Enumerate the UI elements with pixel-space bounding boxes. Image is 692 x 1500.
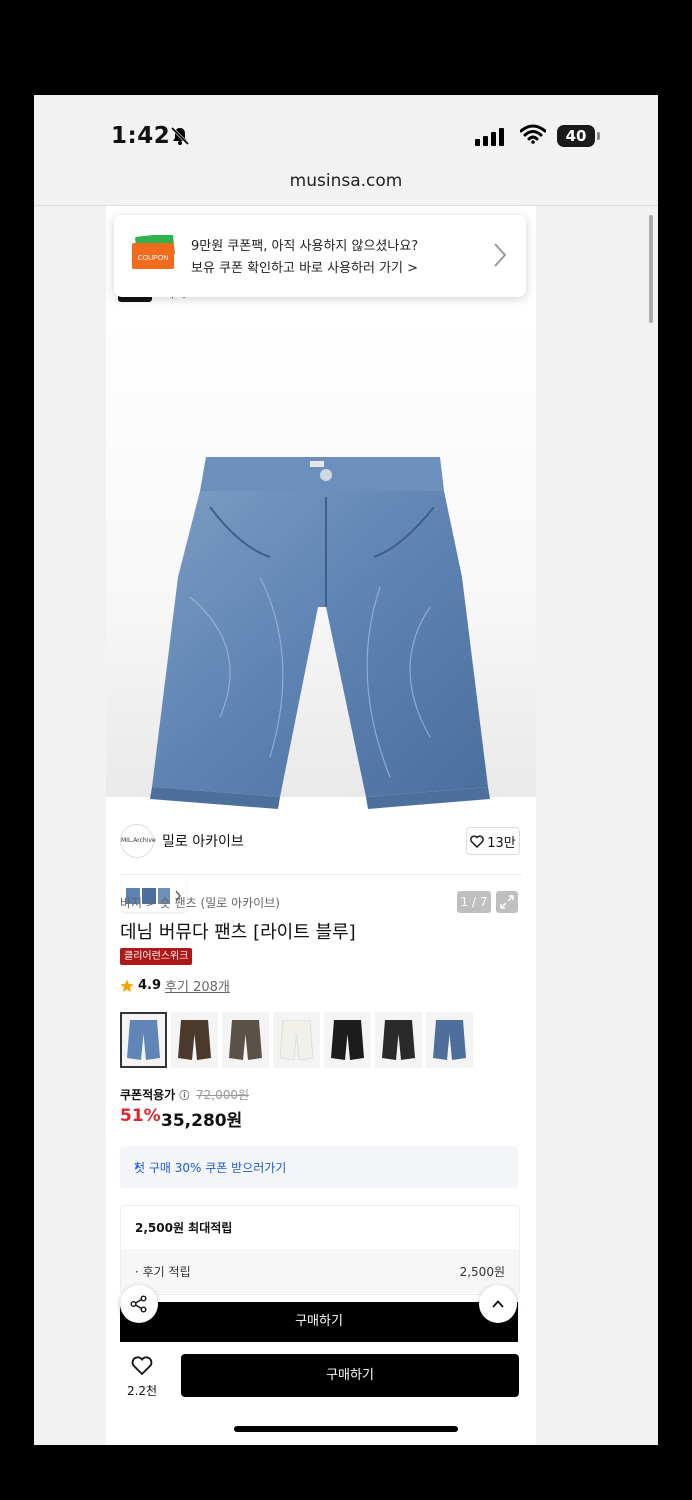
denim-shorts-image xyxy=(150,457,490,809)
original-price: 72,000원 xyxy=(196,1088,250,1102)
coupon-banner-title: 9만원 쿠폰팩, 아직 사용하지 않으셨나요? xyxy=(191,239,419,254)
rating-score: 4.9 xyxy=(138,978,162,993)
brand-row[interactable]: MIL.Archive 밀로 아카이브 13만 xyxy=(106,814,536,864)
scroll-top-button[interactable] xyxy=(479,1285,517,1323)
promo-badge: 클리어런스위크 xyxy=(120,948,193,965)
breadcrumb[interactable]: 바지 > 숏 팬츠 (밀로 아카이브) xyxy=(120,894,280,911)
color-swatch[interactable] xyxy=(222,1012,269,1068)
points-detail: · 후기 적립 2,500원 xyxy=(121,1249,519,1293)
star-icon xyxy=(120,979,134,992)
expand-icon[interactable] xyxy=(496,891,518,913)
product-page: 바지 xyxy=(106,206,536,1445)
coupon-price-label-text: 쿠폰적용가 xyxy=(120,1088,176,1102)
product-title: 데님 버뮤다 팬츠 [라이트 블루] xyxy=(120,922,356,943)
phone-screen: 1:42 40 musinsa.com COUPON 9만원 쿠폰팩, 아직 사… xyxy=(34,95,658,1445)
color-swatch[interactable] xyxy=(324,1012,371,1068)
brand-logo[interactable]: MIL.Archive xyxy=(120,824,156,858)
coupon-banner-link[interactable]: 보유 쿠폰 확인하고 바로 사용하러 가기 > xyxy=(191,257,418,276)
discount-rate: 51% xyxy=(120,1106,161,1126)
buy-button[interactable]: 구매하기 xyxy=(181,1354,519,1397)
heart-icon xyxy=(131,1356,153,1376)
max-points-label: 2,500원 최대적립 xyxy=(135,1221,233,1235)
heart-icon xyxy=(470,834,485,848)
coupon-banner[interactable]: COUPON 9만원 쿠폰팩, 아직 사용하지 않으셨나요? 보유 쿠폰 확인하… xyxy=(114,215,526,297)
wishlist-count: 2.2천 xyxy=(126,1384,158,1398)
review-points-label: · 후기 적립 xyxy=(135,1265,191,1279)
chevron-right-icon: › xyxy=(134,1159,140,1175)
image-counter: 1 / 7 xyxy=(457,891,491,913)
wifi-icon xyxy=(519,124,547,148)
product-image-gallery[interactable]: 1 / 7 xyxy=(106,317,536,913)
review-count-link[interactable]: 후기 208개 xyxy=(165,976,230,995)
first-purchase-coupon-link[interactable]: 첫 구매 30% 쿠폰 받으러가기 › xyxy=(120,1146,518,1188)
share-button[interactable] xyxy=(120,1285,158,1323)
status-time: 1:42 xyxy=(111,123,171,149)
brand-like-count: 13만 xyxy=(487,835,516,851)
rating-row[interactable]: 4.9 후기 208개 xyxy=(120,976,230,995)
cellular-signal-icon xyxy=(475,128,504,146)
battery-indicator: 40 xyxy=(557,125,600,147)
color-swatch[interactable] xyxy=(171,1012,218,1068)
color-swatch[interactable] xyxy=(273,1012,320,1068)
bell-muted-icon xyxy=(170,126,190,150)
color-swatch[interactable] xyxy=(426,1012,473,1068)
brand-name[interactable]: 밀로 아카이브 xyxy=(162,831,244,851)
chevron-right-icon xyxy=(492,241,508,273)
brand-divider xyxy=(120,874,522,875)
coupon-icon-text: COUPON xyxy=(138,255,169,262)
final-price: 35,280원 xyxy=(161,1111,243,1131)
url-bar[interactable]: musinsa.com xyxy=(34,171,658,205)
color-swatches xyxy=(120,1012,473,1068)
color-swatch[interactable] xyxy=(120,1012,167,1068)
coupon-price-label: 쿠폰적용가 ⓘ xyxy=(120,1086,189,1103)
info-icon[interactable]: ⓘ xyxy=(179,1091,189,1102)
page-scrollbar[interactable] xyxy=(649,215,653,323)
wishlist-button[interactable]: 2.2천 xyxy=(120,1356,164,1399)
chevron-up-icon xyxy=(492,1300,504,1308)
home-indicator[interactable] xyxy=(234,1426,458,1432)
status-bar: 1:42 40 xyxy=(34,95,658,175)
brand-like-button[interactable]: 13만 xyxy=(466,827,520,855)
review-points-value: 2,500원 xyxy=(459,1265,505,1279)
points-box: 2,500원 최대적립 · 후기 적립 2,500원 xyxy=(120,1205,520,1295)
share-icon xyxy=(130,1295,147,1313)
buy-button-upper[interactable]: 구매하기 xyxy=(120,1302,518,1342)
color-swatch[interactable] xyxy=(375,1012,422,1068)
coupon-icon: COUPON xyxy=(132,233,176,271)
